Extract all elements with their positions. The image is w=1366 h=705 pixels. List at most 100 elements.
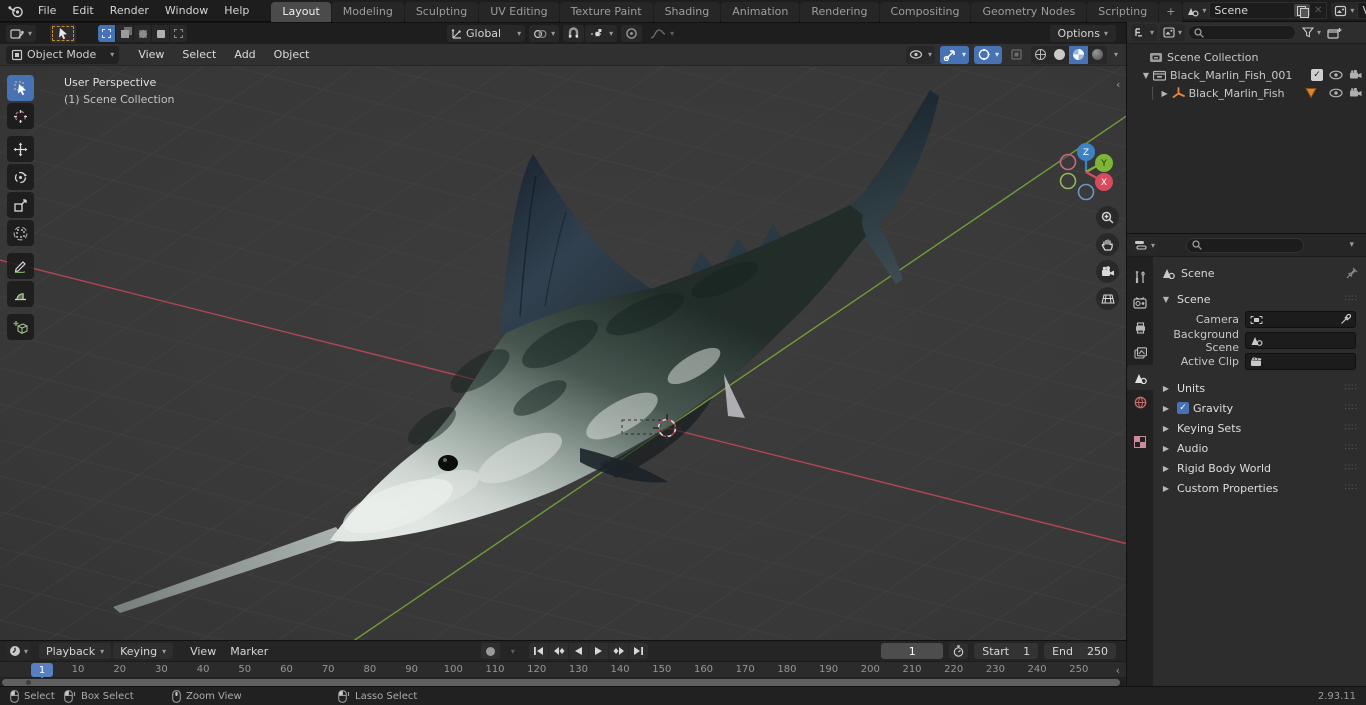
axis-minus-y-ball[interactable] — [1059, 172, 1077, 190]
axis-x-label[interactable]: X — [1101, 178, 1107, 188]
tab-shading[interactable]: Shading — [653, 1, 721, 22]
select-mode-extend-icon[interactable] — [116, 25, 134, 42]
tab-world-icon[interactable] — [1127, 390, 1153, 415]
snap-target-dropdown[interactable]: ▾ — [585, 25, 618, 42]
tool-scale[interactable] — [7, 192, 34, 218]
keying-dropdown-icon[interactable]: ▾ — [502, 643, 521, 659]
hide-eye-icon[interactable] — [1329, 88, 1343, 98]
timeline-ruler[interactable]: 10 20 30 40 50 60 70 80 90 100 110 120 130 140 150 160 1… — [0, 662, 1126, 678]
orthographic-toggle-icon[interactable] — [1096, 287, 1119, 310]
jump-to-end-icon[interactable] — [629, 643, 649, 659]
select-mode-set-icon[interactable] — [98, 25, 116, 42]
drag-handle-icon[interactable]: ∷∷ — [1345, 403, 1358, 413]
eyedropper-icon[interactable] — [1340, 314, 1351, 325]
menu-add[interactable]: Add — [225, 48, 264, 61]
properties-search-input[interactable] — [1186, 237, 1305, 253]
outliner-display-mode-button[interactable]: ▾ — [1160, 24, 1186, 41]
properties-filter-dropdown[interactable]: ▾ — [1349, 240, 1354, 250]
menu-view[interactable]: View — [129, 48, 173, 61]
panel-keying-sets[interactable]: ▶ Keying Sets ∷∷ — [1153, 418, 1366, 438]
panel-gravity[interactable]: ▶ ✓ Gravity ∷∷ — [1153, 398, 1366, 418]
camera-view-icon[interactable] — [1096, 260, 1119, 283]
object-visibility-dropdown[interactable]: ▾ — [905, 45, 935, 64]
next-keyframe-icon[interactable] — [609, 643, 629, 659]
view-layer-name-field[interactable]: View Layer ✕ — [1357, 2, 1366, 19]
overlays-toggle-dropdown[interactable]: ▾ — [973, 45, 1002, 64]
tool-add-cube[interactable] — [7, 314, 34, 340]
active-tool-select-box[interactable] — [50, 24, 77, 43]
outliner-row-object[interactable]: │ ▶ Black_Marlin_Fish — [1127, 84, 1366, 102]
auto-keying-record-icon[interactable] — [481, 643, 501, 659]
tab-compositing[interactable]: Compositing — [879, 1, 971, 22]
hide-eye-icon[interactable] — [1329, 70, 1343, 80]
tool-annotate[interactable] — [7, 253, 34, 279]
keying-menu[interactable]: Keying ▾ — [113, 643, 174, 659]
marker-menu[interactable]: Marker — [223, 645, 275, 658]
panel-units[interactable]: ▶ Units ∷∷ — [1153, 378, 1366, 398]
stopwatch-icon[interactable] — [949, 643, 969, 659]
disclosure-right-icon[interactable]: ▶ — [1160, 89, 1170, 98]
outliner-row-scene-collection[interactable]: Scene Collection — [1127, 48, 1366, 66]
select-mode-intersect-icon[interactable] — [170, 25, 188, 42]
menu-window[interactable]: Window — [157, 4, 216, 17]
filter-dropdown[interactable]: ▾ — [1299, 24, 1324, 41]
tab-tool-icon[interactable] — [1127, 265, 1153, 290]
outliner-editor-type-button[interactable]: ▾ — [1131, 24, 1158, 41]
drag-handle-icon[interactable]: ∷∷ — [1345, 463, 1358, 473]
properties-editor-type-button[interactable]: ▾ — [1131, 236, 1159, 254]
drag-handle-icon[interactable]: ∷∷ — [1345, 443, 1358, 453]
view-menu[interactable]: View — [183, 645, 223, 658]
tab-animation[interactable]: Animation — [721, 1, 800, 22]
menu-edit[interactable]: Edit — [64, 4, 101, 17]
menu-help[interactable]: Help — [216, 4, 257, 17]
mode-dropdown[interactable]: Object Mode ▾ — [6, 45, 120, 64]
gizmos-toggle-dropdown[interactable]: ▾ — [939, 45, 969, 64]
tab-uv-editing[interactable]: UV Editing — [479, 1, 559, 22]
jump-to-start-icon[interactable] — [529, 643, 549, 659]
tool-rotate[interactable] — [7, 164, 34, 190]
shading-dropdown-icon[interactable]: ▾ — [1114, 50, 1118, 59]
tool-measure[interactable] — [7, 281, 34, 307]
disable-render-camera-icon[interactable] — [1349, 70, 1362, 80]
timeline-collapse-icon[interactable]: ‹ — [1116, 664, 1120, 677]
tab-texture-icon[interactable] — [1127, 429, 1153, 454]
start-frame-field[interactable]: Start 1 — [974, 643, 1039, 659]
pivot-point-dropdown[interactable]: ▾ — [529, 25, 560, 42]
tool-transform[interactable] — [7, 220, 34, 246]
new-collection-button[interactable] — [1327, 27, 1342, 39]
drag-handle-icon[interactable]: ∷∷ — [1345, 483, 1358, 493]
shading-wireframe-icon[interactable] — [1031, 46, 1050, 64]
play-reverse-icon[interactable] — [569, 643, 589, 659]
scene-name-field[interactable]: Scene ✕ — [1209, 2, 1328, 19]
shading-rendered-icon[interactable] — [1088, 46, 1107, 64]
tab-view-layer-icon[interactable] — [1127, 340, 1153, 365]
tab-geometry-nodes[interactable]: Geometry Nodes — [971, 1, 1087, 22]
scrollbar-thumb[interactable] — [2, 679, 1120, 686]
3d-viewport[interactable]: User Perspective (1) Scene Collection Z … — [0, 66, 1126, 640]
playhead[interactable]: 1 — [31, 663, 53, 677]
tab-output-icon[interactable] — [1127, 315, 1153, 340]
drag-handle-icon[interactable]: ∷∷ — [1345, 294, 1358, 304]
panel-custom-properties[interactable]: ▶ Custom Properties ∷∷ — [1153, 478, 1366, 498]
camera-field[interactable] — [1245, 311, 1356, 328]
gravity-checkbox[interactable]: ✓ — [1177, 402, 1189, 414]
editor-type-button[interactable]: ▾ — [6, 25, 37, 42]
tab-rendering[interactable]: Rendering — [800, 1, 879, 22]
fish-model[interactable] — [113, 90, 939, 613]
proportional-falloff-dropdown[interactable]: ▾ — [646, 25, 678, 42]
tool-cursor[interactable] — [7, 103, 34, 129]
select-mode-subtract-icon[interactable] — [134, 25, 152, 42]
options-dropdown[interactable]: Options ▾ — [1049, 25, 1116, 42]
drag-handle-icon[interactable]: ∷∷ — [1345, 423, 1358, 433]
pin-icon[interactable] — [1346, 267, 1358, 279]
tab-scene-icon[interactable] — [1127, 365, 1153, 390]
tool-move[interactable] — [7, 136, 34, 162]
new-scene-icon[interactable] — [1294, 4, 1311, 18]
menu-select[interactable]: Select — [173, 48, 225, 61]
transform-orientation-dropdown[interactable]: Global ▾ — [447, 25, 526, 42]
timeline-editor-type-button[interactable]: ▾ — [6, 642, 32, 660]
xray-toggle[interactable] — [1007, 46, 1026, 64]
snap-toggle-button[interactable] — [563, 25, 585, 42]
outliner-search-input[interactable] — [1188, 25, 1297, 40]
axis-minus-z-ball[interactable] — [1077, 183, 1095, 201]
